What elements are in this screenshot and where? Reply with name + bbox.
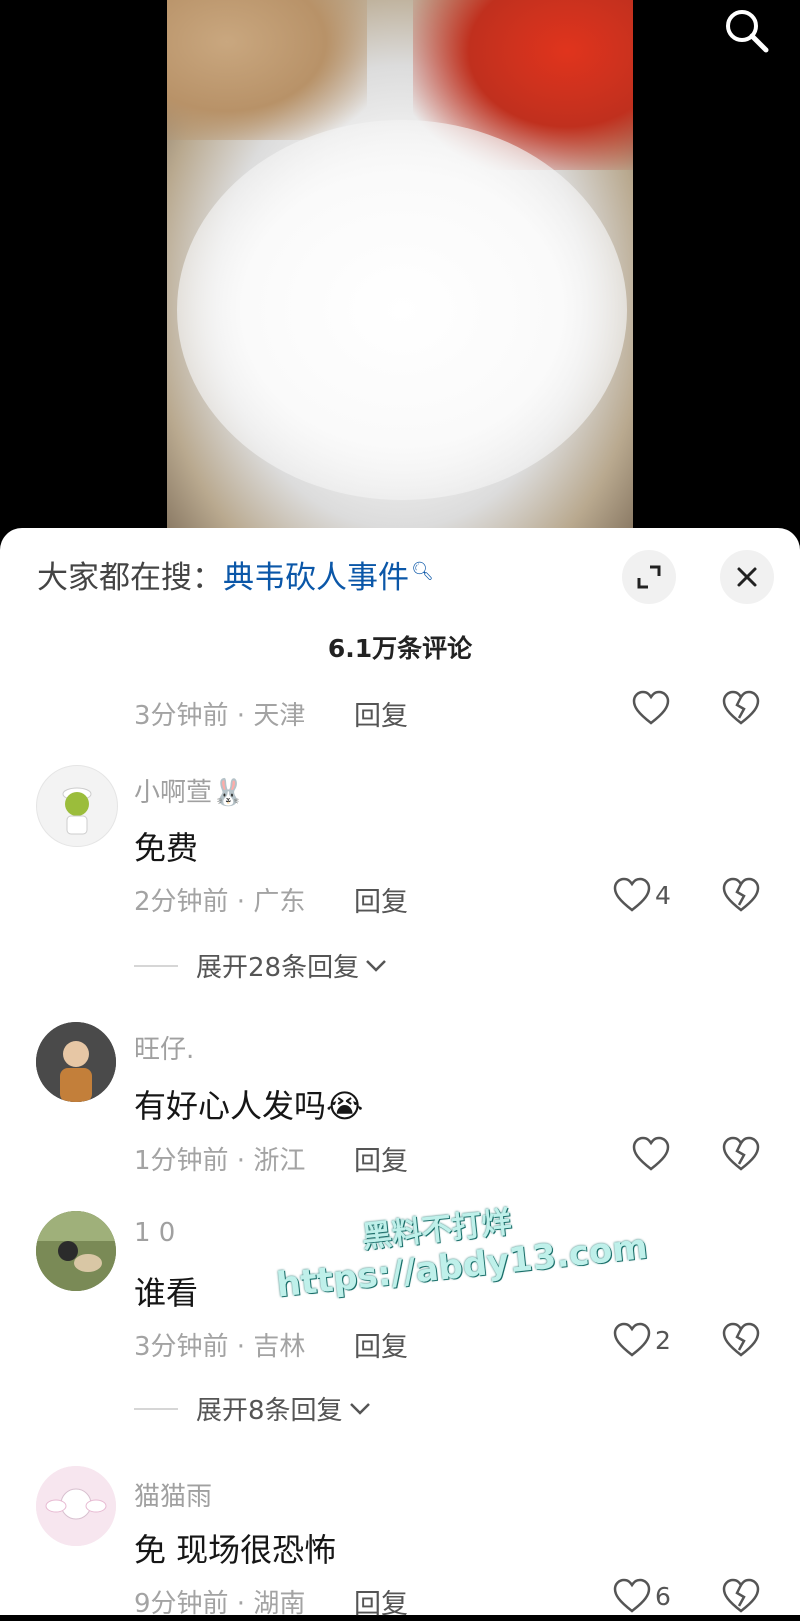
expand-replies-label: 展开28条回复 [196, 953, 360, 983]
broken-heart-icon [722, 690, 760, 725]
comment-meta: 3分钟前 · 吉林 [134, 1332, 306, 1362]
heart-icon [613, 1322, 651, 1357]
like-count: 6 [655, 1581, 671, 1611]
like-button[interactable]: 4 [613, 877, 671, 913]
comment-text: 有好心人发吗😭 [134, 1087, 364, 1125]
expand-icon [637, 565, 661, 589]
expand-replies-button[interactable]: 展开28条回复 [134, 947, 387, 984]
heart-icon [632, 690, 670, 725]
like-button[interactable]: 2 [613, 1322, 671, 1358]
comment-meta: 3分钟前 · 天津 [134, 701, 306, 731]
chevron-down-icon [349, 1402, 370, 1415]
comment-username[interactable]: 小啊萱🐰 [134, 772, 244, 809]
like-count: 2 [655, 1325, 671, 1355]
avatar[interactable] [36, 1022, 116, 1102]
like-button[interactable] [632, 690, 670, 726]
avatar[interactable] [36, 765, 118, 847]
heart-icon [632, 1136, 670, 1171]
reply-button[interactable]: 回复 [354, 1325, 408, 1364]
comment-meta: 1分钟前 · 浙江 [134, 1146, 306, 1176]
dislike-button[interactable] [722, 1322, 760, 1362]
like-button[interactable] [632, 1136, 670, 1172]
video-player[interactable] [0, 0, 800, 540]
hot-search-bar[interactable]: 大家都在搜：典韦砍人事件 🔍︎ [37, 552, 434, 597]
comment-username[interactable]: 猫猫雨 [134, 1476, 212, 1513]
comment-meta: 9分钟前 · 湖南 [134, 1589, 306, 1619]
hot-search-term[interactable]: 典韦砍人事件 [223, 560, 409, 596]
divider [134, 1407, 178, 1410]
search-icon[interactable] [718, 2, 774, 58]
like-count: 4 [655, 880, 671, 910]
broken-heart-icon [722, 1322, 760, 1357]
reply-button[interactable]: 回复 [354, 1582, 408, 1621]
comment-username[interactable]: 旺仔. [134, 1029, 194, 1066]
expand-replies-label: 展开8条回复 [196, 1396, 343, 1426]
chevron-down-icon [366, 959, 386, 972]
comment-text: 免费 [134, 829, 199, 867]
close-icon [737, 567, 757, 587]
comment-username[interactable]: 1 0 [134, 1218, 175, 1248]
comment-sheet [0, 528, 800, 1615]
video-frame [167, 0, 633, 540]
divider [134, 964, 178, 967]
avatar[interactable] [36, 1211, 116, 1291]
reply-button[interactable]: 回复 [354, 694, 408, 733]
broken-heart-icon [722, 1578, 760, 1613]
comment-text: 免 现场很恐怖 [134, 1531, 337, 1569]
close-button[interactable] [720, 550, 774, 604]
dislike-button[interactable] [722, 877, 760, 917]
comment-count: 6.1万条评论 [327, 634, 473, 663]
avatar[interactable] [36, 1466, 116, 1546]
comment-text: 谁看 [134, 1274, 199, 1312]
reply-button[interactable]: 回复 [354, 880, 408, 919]
like-button[interactable]: 6 [613, 1578, 671, 1614]
dislike-button[interactable] [722, 1136, 760, 1176]
expand-replies-button[interactable]: 展开8条回复 [134, 1390, 371, 1427]
broken-heart-icon [722, 877, 760, 912]
dislike-button[interactable] [722, 690, 760, 730]
hot-search-prefix: 大家都在搜： [37, 560, 223, 596]
dislike-button[interactable] [722, 1578, 760, 1618]
heart-icon [613, 1578, 651, 1613]
hot-search-icon: 🔍︎ [411, 560, 434, 582]
broken-heart-icon [722, 1136, 760, 1171]
comment-meta: 2分钟前 · 广东 [134, 887, 306, 917]
expand-button[interactable] [622, 550, 676, 604]
reply-button[interactable]: 回复 [354, 1139, 408, 1178]
heart-icon [613, 877, 651, 912]
